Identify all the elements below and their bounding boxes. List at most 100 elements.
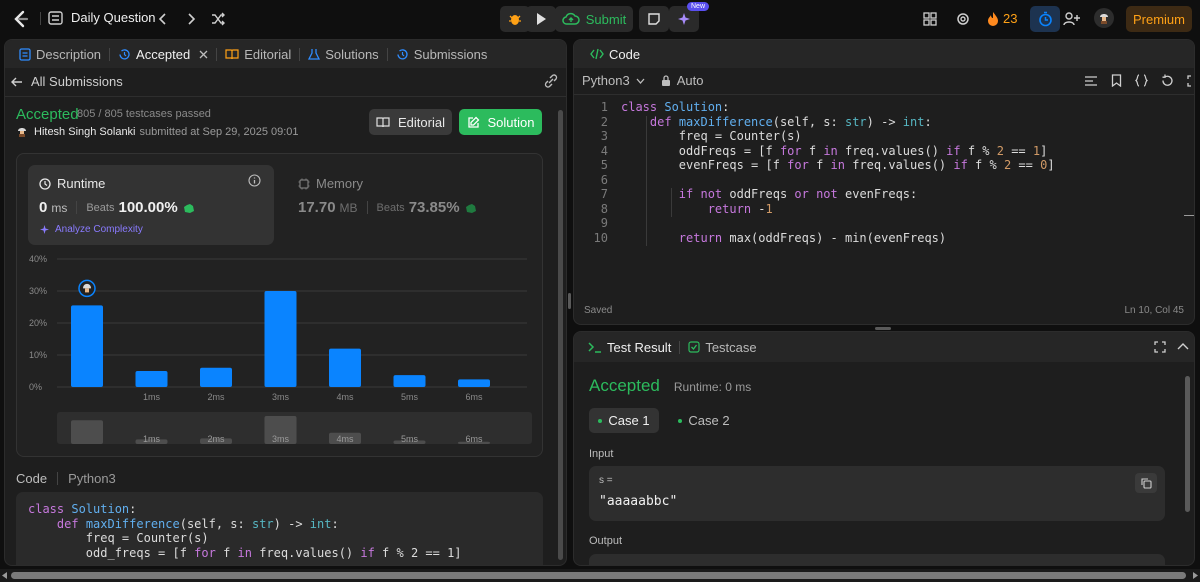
avatar-marker-face [85,288,89,293]
line-number: 7 [600,187,608,201]
tab-accepted[interactable]: Accepted [112,47,214,62]
braces-icon[interactable] [1135,74,1148,87]
format-icon[interactable] [1084,75,1098,87]
tab-test-result[interactable]: Test Result [582,340,677,355]
input-label: Input [589,448,614,460]
submitted-code-block: class Solution: def maxDifference(self, … [16,492,543,565]
chart-bar[interactable] [135,371,168,387]
user-avatar [16,126,28,138]
avatar[interactable] [1094,8,1114,28]
prev-question-button[interactable] [156,11,170,27]
tab-solutions[interactable]: Solutions [302,47,384,62]
streak-counter[interactable]: 23 [987,11,1017,26]
tab-testcase[interactable]: Testcase [682,340,762,355]
chart-bar[interactable] [458,379,490,387]
x-tick-label: 5ms [401,392,419,402]
editor-minimap-marker [1184,215,1194,216]
scroll-thumb[interactable] [11,572,1186,579]
solution-button[interactable]: Solution [459,109,542,135]
scroll-right-arrow-icon[interactable] [1192,572,1198,579]
navigator-tick-label: 4ms [336,434,354,444]
runtime-distribution-chart[interactable]: 0% 10% 20% 30% 40% 1ms 2ms 3ms 4ms 5ms 6ms 1ms 2ms 3m… [27,254,532,444]
code-line: evenFreqs = [f for f in freq.values() if… [621,158,1055,172]
new-badge: New [687,2,710,11]
runtime-beats: 100.00% [118,199,178,216]
info-icon[interactable] [248,174,261,187]
chart-bar[interactable] [200,367,232,387]
collapse-chevron-icon[interactable] [1177,342,1189,350]
back-to-submissions[interactable]: All Submissions [11,74,123,89]
memory-card[interactable]: Memory 17.70 MB Beats 73.85% [287,165,533,245]
case-1-tab[interactable]: Case 1 [589,408,659,433]
runtime-card[interactable]: Runtime 0 ms Beats 100.00% Analyze Compl… [28,165,274,245]
settings-gear-icon[interactable] [955,11,971,27]
chart-bar[interactable] [393,375,426,387]
code-line: class Solution: [621,100,730,114]
auto-mode-label[interactable]: Auto [677,73,704,88]
navigator-tick-label: 1ms [143,434,161,444]
chart-bar[interactable] [329,348,361,387]
submit-button[interactable]: Submit [555,6,633,32]
y-tick-label: 20% [29,318,47,328]
leetcode-logo-icon[interactable] [11,9,31,29]
tab-description[interactable]: Description [13,47,107,62]
checkbox-icon [688,341,700,353]
indent-guide [646,116,647,246]
submitted-time: submitted at Sep 29, 2025 09:01 [139,126,299,138]
problem-list-button[interactable]: Daily Question [48,10,156,25]
language-select[interactable]: Python3 [582,73,630,88]
bookmark-icon[interactable] [1111,74,1122,87]
submissions-history-icon [396,48,409,61]
clock-icon [39,177,51,190]
test-scrollbar[interactable] [1185,376,1190,512]
code-editor-panel: Code Python3 Auto 1 2 3 4 5 6 7 8 9 10 class Solu… [573,39,1195,325]
notes-button[interactable] [639,6,669,32]
run-button[interactable] [526,6,556,32]
navigator-tick-label: 2ms [207,434,225,444]
input-var-label: s = [599,475,613,486]
result-status: Accepted [589,376,660,395]
chart-bar[interactable] [71,305,103,387]
editorial-button[interactable]: Editorial [369,109,452,135]
shuffle-icon[interactable] [210,11,226,27]
reset-icon[interactable] [1161,74,1174,87]
navigator-tick-label: 6ms [465,434,483,444]
scroll-left-arrow-icon[interactable] [2,572,8,579]
next-question-button[interactable] [184,11,198,27]
code-line: odd_freqs = [f for f in freq.values() if… [28,545,462,560]
code-line: if not oddFreqs or not evenFreqs: [678,187,918,201]
lock-icon [661,74,671,87]
performance-card: Runtime 0 ms Beats 100.00% Analyze Compl… [16,153,543,457]
book-open-icon [376,116,390,128]
layout-icon[interactable] [923,12,937,26]
case-2-tab[interactable]: Case 2 [669,408,739,433]
input-box: s = "aaaaabbc" [589,466,1165,521]
share-link-icon[interactable] [543,74,559,88]
expand-icon[interactable] [1154,341,1166,353]
indent-guide [671,188,672,217]
analyze-complexity-link[interactable]: Analyze Complexity [39,224,143,235]
copy-icon[interactable] [1135,473,1157,493]
cloud-upload-icon [562,12,580,26]
tab-submissions[interactable]: Submissions [390,47,494,62]
result-runtime: Runtime: 0 ms [673,380,752,394]
line-number: 2 [600,114,608,129]
submitter-name[interactable]: Hitesh Singh Solanki [34,126,136,138]
close-tab-icon[interactable] [199,50,208,59]
left-scrollbar[interactable] [558,110,563,560]
horizontal-splitter[interactable] [875,327,891,330]
panel-splitter[interactable] [568,293,571,309]
page-horizontal-scrollbar[interactable] [0,569,1200,582]
timer-button[interactable] [1030,6,1060,32]
tab-code[interactable]: Code [584,47,646,62]
premium-button[interactable]: Premium [1126,6,1192,32]
add-friend-icon[interactable] [1063,11,1081,27]
code-editor[interactable]: class Solution: def maxDifference(self, … [621,100,1181,245]
arrow-left-icon [11,76,23,88]
tab-editorial[interactable]: Editorial [219,47,297,62]
fullscreen-icon[interactable] [1187,74,1194,87]
chart-bar[interactable] [264,291,297,387]
line-number: 8 [600,201,608,216]
code-brackets-icon [590,48,604,60]
